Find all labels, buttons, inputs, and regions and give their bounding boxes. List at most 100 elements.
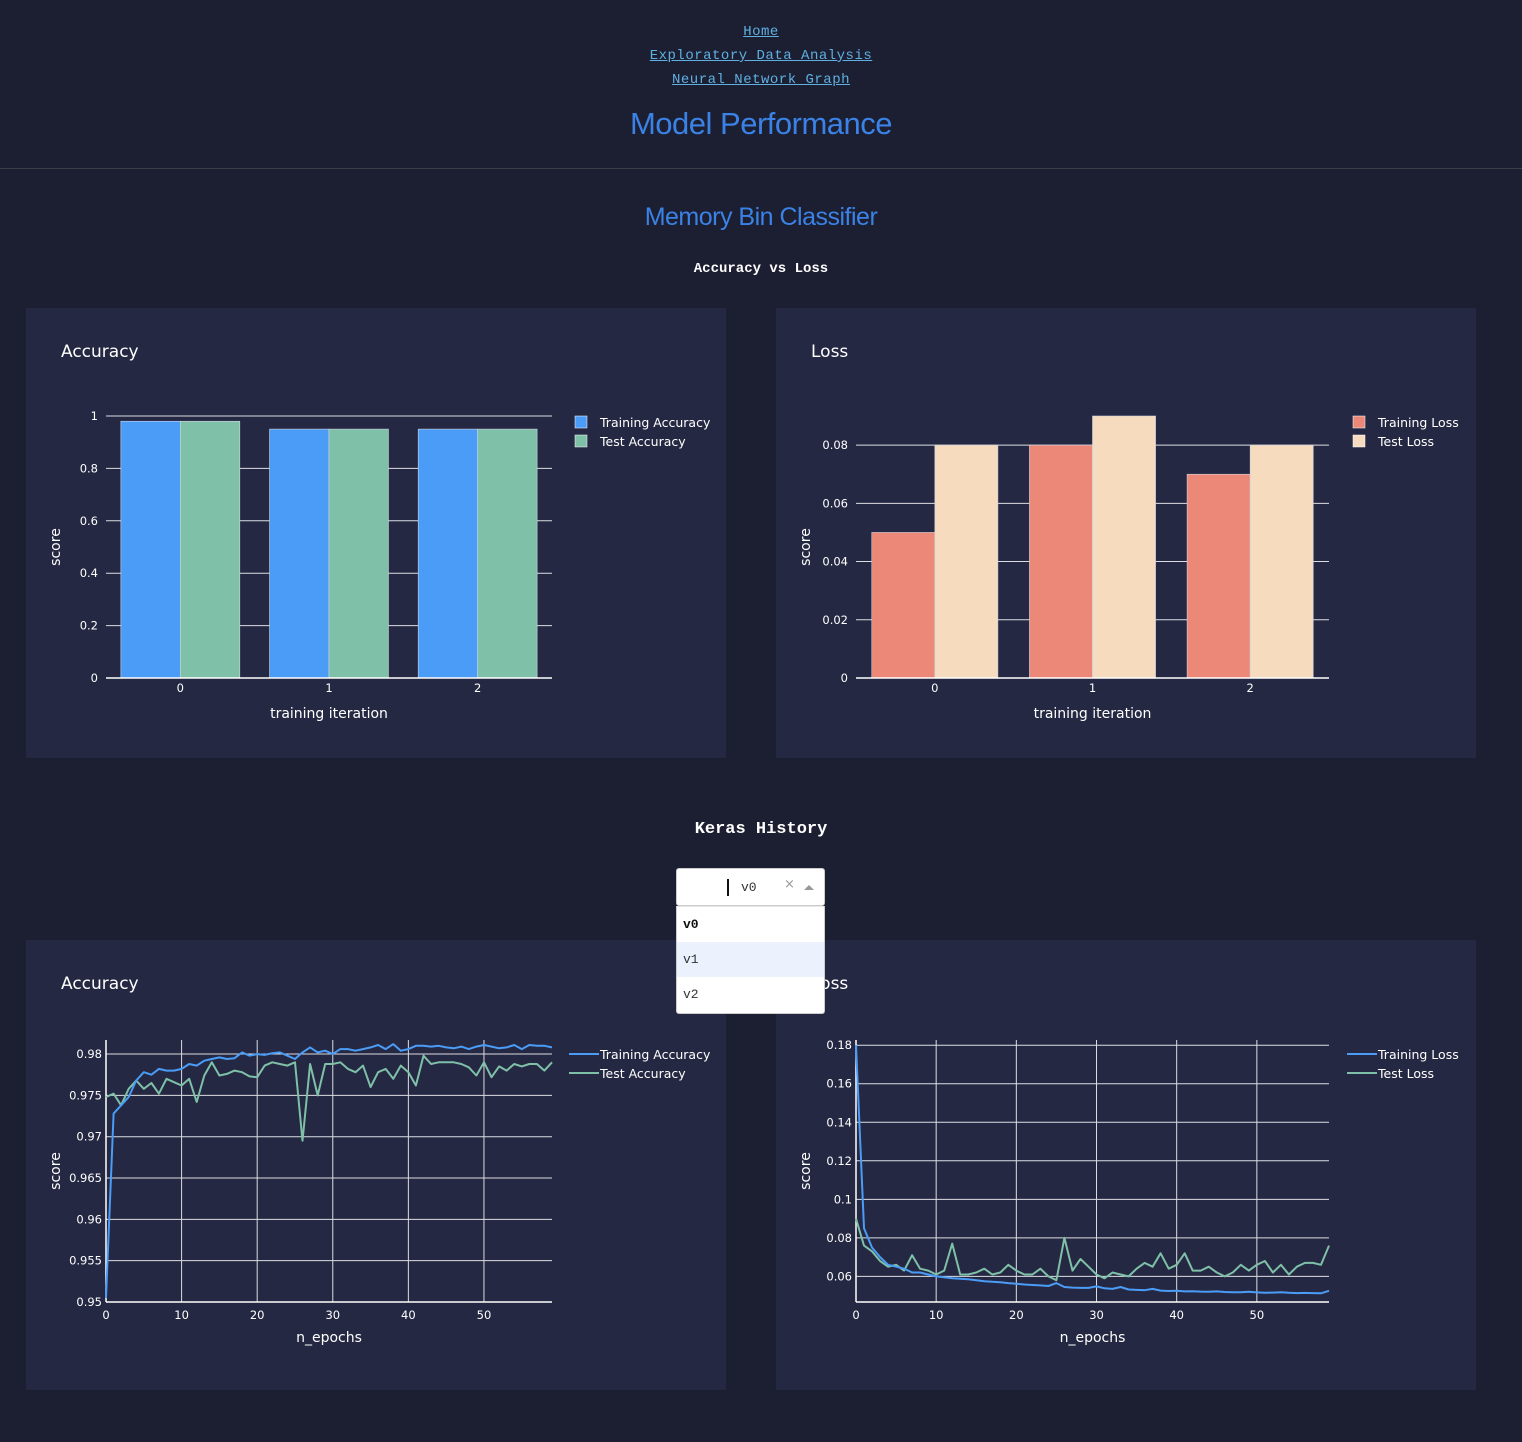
legend-swatch <box>1352 415 1366 429</box>
x-tick-label: 30 <box>325 1308 340 1322</box>
y-tick-label: 0.12 <box>826 1154 852 1168</box>
x-tick-label: 50 <box>477 1308 492 1322</box>
x-tick-label: 1 <box>1089 681 1096 695</box>
chart-title: Accuracy <box>61 974 139 994</box>
y-tick-label: 0.955 <box>69 1254 102 1268</box>
legend-item: Training Loss <box>1352 415 1459 430</box>
chart-title: Loss <box>811 342 848 362</box>
nav-link-nn-graph[interactable]: Neural Network Graph <box>672 72 850 88</box>
dropdown-option-v2[interactable]: v2 <box>677 977 824 1012</box>
section-title-acc-vs-loss: Accuracy vs Loss <box>693 261 829 277</box>
y-tick-label: 0.08 <box>826 1231 852 1245</box>
y-tick-label: 0.6 <box>80 514 98 528</box>
bar <box>1092 415 1156 679</box>
legend-swatch <box>574 434 588 448</box>
y-tick-label: 0.97 <box>76 1130 102 1144</box>
y-tick-label: 1 <box>91 409 98 423</box>
legend-swatch <box>1352 434 1366 448</box>
bar <box>477 428 538 679</box>
section-title-keras-history: Keras History <box>694 820 828 839</box>
panel-line-accuracy: 0 10 20 30 40 50 0.95 0.955 0.96 0.965 0.97 0.975 0.… <box>26 940 726 1390</box>
classifier-title: Memory Bin Classifier <box>644 203 878 231</box>
y-tick-label: 0.16 <box>826 1077 852 1091</box>
bar <box>934 444 999 679</box>
y-tick-label: 0.95 <box>76 1295 102 1309</box>
y-tick-label: 0 <box>841 671 848 685</box>
y-tick-label: 0.18 <box>826 1038 852 1052</box>
y-tick-label: 0.975 <box>69 1088 102 1102</box>
bar <box>1186 473 1251 679</box>
legend-label: Test Loss <box>1377 434 1434 449</box>
x-tick-label: 20 <box>250 1308 265 1322</box>
x-axis-label: n_epochs <box>1060 1330 1126 1346</box>
bar <box>120 420 181 679</box>
dropdown-option-v1[interactable]: v1 <box>677 942 824 977</box>
page-title: Model Performance <box>629 106 893 141</box>
y-tick-label: 0.02 <box>822 613 848 627</box>
legend-label: Training Loss <box>1377 415 1459 430</box>
y-tick-label: 0.06 <box>822 496 848 510</box>
panel-bar-accuracy: 0 0.2 0.4 0.6 0.8 1 0 1 2 Accuracy training iterat… <box>26 308 726 758</box>
y-axis-label: score <box>48 528 64 566</box>
bar <box>328 428 389 679</box>
bar <box>180 420 241 679</box>
loss-bar-chart: 0 0.02 0.04 0.06 0.08 0 1 2 Loss training iterati… <box>798 342 1459 722</box>
accuracy-bar-chart: 0 0.2 0.4 0.6 0.8 1 0 1 2 Accuracy training iterat… <box>48 342 711 722</box>
series-line <box>105 1054 553 1142</box>
x-tick-label: 2 <box>474 681 481 695</box>
nav-link-eda-row: Exploratory Data Analysis <box>0 44 1522 64</box>
accuracy-line-chart: 0 10 20 30 40 50 0.95 0.955 0.96 0.965 0.97 0.975 0.… <box>48 974 711 1346</box>
y-tick-label: 0.98 <box>76 1047 102 1061</box>
y-axis-label: score <box>798 1152 814 1190</box>
bar <box>1029 444 1093 679</box>
nav-link-home-row: Home <box>0 20 1522 40</box>
series-line <box>855 1045 1330 1295</box>
x-tick-label: 2 <box>1247 681 1254 695</box>
loss-line-chart: 0 10 20 30 40 500.060.080.10.120.140.160.18Lo… <box>798 974 1459 1346</box>
y-tick-label: 0.965 <box>69 1171 102 1185</box>
version-dropdown: v0 × v0 v1 v2 <box>676 868 825 1014</box>
y-tick-label: 0.8 <box>80 461 98 475</box>
x-tick-label: 20 <box>1009 1308 1024 1322</box>
legend-swatch <box>574 415 588 429</box>
legend-item: Test Loss <box>1352 434 1434 449</box>
bar <box>1249 444 1314 679</box>
x-tick-label: 10 <box>174 1308 189 1322</box>
y-tick-label: 0.2 <box>80 619 98 633</box>
nav-link-home[interactable]: Home <box>743 24 779 40</box>
y-tick-label: 0.06 <box>826 1269 852 1283</box>
bar <box>417 428 478 679</box>
series-line <box>855 1218 1330 1282</box>
legend-item: Training Accuracy <box>574 415 711 430</box>
x-tick-label: 1 <box>325 681 332 695</box>
y-tick-label: 0.96 <box>76 1212 102 1226</box>
bar <box>269 428 330 679</box>
header-divider <box>0 168 1522 169</box>
x-tick-label: 50 <box>1250 1308 1265 1322</box>
legend-label: Test Accuracy <box>599 1066 686 1081</box>
y-tick-label: 0.14 <box>826 1115 852 1129</box>
legend-label: Training Accuracy <box>599 1047 711 1062</box>
x-tick-label: 0 <box>102 1308 109 1322</box>
legend-item: Training Loss <box>1347 1047 1459 1062</box>
clear-icon[interactable]: × <box>784 877 795 892</box>
y-axis-label: score <box>798 528 814 566</box>
chart-title: Accuracy <box>61 342 139 362</box>
caret-up-icon[interactable] <box>804 885 814 890</box>
y-tick-label: 0.04 <box>822 555 848 569</box>
x-axis-label: n_epochs <box>296 1330 362 1346</box>
x-axis-label: training iteration <box>270 706 388 722</box>
legend-label: Test Accuracy <box>599 434 686 449</box>
dropdown-menu: v0 v1 v2 <box>676 906 825 1014</box>
legend-item: Test Accuracy <box>569 1066 686 1081</box>
dropdown-option-v0[interactable]: v0 <box>677 907 824 942</box>
x-tick-label: 0 <box>852 1308 859 1322</box>
version-select[interactable]: v0 × <box>676 868 825 906</box>
legend-item: Test Loss <box>1347 1066 1434 1081</box>
y-tick-label: 0.08 <box>822 438 848 452</box>
x-tick-label: 10 <box>929 1308 944 1322</box>
legend-label: Training Loss <box>1377 1047 1459 1062</box>
x-axis-label: training iteration <box>1034 706 1152 722</box>
x-tick-label: 0 <box>177 681 184 695</box>
nav-link-eda[interactable]: Exploratory Data Analysis <box>650 48 873 64</box>
